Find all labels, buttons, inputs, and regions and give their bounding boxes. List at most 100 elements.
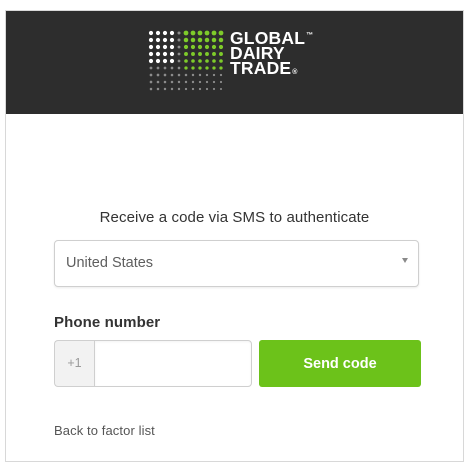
logo-dot bbox=[177, 59, 181, 63]
logo-dot bbox=[198, 66, 202, 70]
logo-dot bbox=[212, 52, 216, 56]
logo-dot bbox=[156, 73, 160, 77]
logo-dot bbox=[205, 52, 209, 56]
logo-dot bbox=[148, 44, 154, 50]
logo-dot bbox=[212, 87, 216, 91]
logo-dot bbox=[177, 38, 181, 42]
country-select[interactable]: United States bbox=[54, 240, 419, 287]
logo-dot bbox=[191, 80, 195, 84]
logo-dot bbox=[177, 52, 181, 56]
logo-dot bbox=[183, 37, 189, 43]
send-code-button[interactable]: Send code bbox=[259, 340, 421, 387]
country-select-value: United States bbox=[66, 255, 154, 271]
logo-dot bbox=[169, 58, 175, 64]
trademark-symbol: ™ bbox=[306, 32, 314, 39]
logo-dot bbox=[155, 44, 161, 50]
logo-dot bbox=[198, 73, 202, 77]
logo-dot bbox=[197, 37, 203, 43]
logo-dot bbox=[183, 30, 189, 36]
logo-dot bbox=[198, 59, 202, 63]
logo-dot bbox=[218, 30, 224, 36]
logo-dot bbox=[149, 66, 153, 70]
logo-dot bbox=[204, 37, 210, 43]
logo-dot bbox=[162, 58, 168, 64]
logo-dot bbox=[148, 30, 154, 36]
logo-dot bbox=[211, 44, 217, 50]
logo-dot bbox=[205, 66, 209, 70]
logo-dot bbox=[156, 87, 160, 91]
logo-dot bbox=[219, 52, 223, 56]
logo-dot bbox=[177, 31, 181, 35]
logo-dot bbox=[205, 80, 209, 84]
chevron-down-icon bbox=[402, 258, 408, 263]
logo-dot bbox=[211, 30, 217, 36]
logo-wordmark: GLOBAL™ DAIRY TRADE® bbox=[230, 29, 314, 80]
logo-dot bbox=[148, 37, 154, 43]
logo-dot bbox=[212, 66, 216, 70]
logo-dot bbox=[163, 66, 167, 70]
logo-dot bbox=[170, 87, 174, 91]
logo-dot bbox=[162, 37, 168, 43]
registered-symbol: ® bbox=[292, 69, 298, 76]
logo-dot bbox=[205, 87, 209, 91]
logo-dot bbox=[183, 44, 189, 50]
logo-dot bbox=[155, 30, 161, 36]
logo-dot bbox=[191, 52, 195, 56]
logo-dot bbox=[177, 45, 181, 49]
logo-dot bbox=[177, 66, 181, 70]
logo-dot bbox=[191, 59, 195, 63]
logo-dot bbox=[156, 80, 160, 84]
brand-header: GLOBAL™ DAIRY TRADE® bbox=[6, 11, 463, 114]
logo-dot bbox=[177, 87, 181, 91]
phone-input-group: +1 bbox=[54, 340, 252, 387]
logo-dot bbox=[212, 73, 216, 77]
logo-dot bbox=[219, 66, 223, 70]
back-to-factor-list-link[interactable]: Back to factor list bbox=[54, 423, 155, 438]
logo-dot bbox=[162, 44, 168, 50]
logo-dot bbox=[155, 37, 161, 43]
logo-dot bbox=[190, 30, 196, 36]
logo-dot bbox=[149, 80, 153, 84]
logo-dot bbox=[219, 73, 223, 77]
logo-dot bbox=[169, 30, 175, 36]
logo-dot bbox=[190, 37, 196, 43]
logo-dot bbox=[204, 30, 210, 36]
logo-dot bbox=[169, 37, 175, 43]
logo-dot bbox=[218, 37, 224, 43]
logo-dot bbox=[169, 51, 175, 57]
logo-dot bbox=[177, 73, 181, 77]
logo-dot bbox=[162, 30, 168, 36]
logo-dot bbox=[149, 87, 153, 91]
logo-dot bbox=[170, 73, 174, 77]
logo-dot bbox=[162, 51, 168, 57]
logo-dot bbox=[197, 44, 203, 50]
logo-dot bbox=[149, 73, 153, 77]
logo-dot bbox=[197, 30, 203, 36]
logo-dot bbox=[205, 73, 209, 77]
logo-dot bbox=[155, 51, 161, 57]
logo-dot bbox=[163, 80, 167, 84]
logo-dot bbox=[170, 66, 174, 70]
logo-dot bbox=[198, 80, 202, 84]
logo-dot bbox=[219, 87, 223, 91]
logo-dot bbox=[163, 87, 167, 91]
logo-dot bbox=[191, 73, 195, 77]
gdt-logo: GLOBAL™ DAIRY TRADE® bbox=[147, 29, 347, 107]
logo-dot bbox=[190, 44, 196, 50]
logo-dot bbox=[156, 66, 160, 70]
logo-dot bbox=[218, 44, 224, 50]
logo-dot bbox=[177, 80, 181, 84]
logo-dot bbox=[205, 59, 209, 63]
logo-dot bbox=[212, 59, 216, 63]
auth-card: GLOBAL™ DAIRY TRADE® Receive a code via … bbox=[5, 10, 464, 462]
logo-dot bbox=[163, 73, 167, 77]
logo-dot bbox=[184, 59, 188, 63]
page-title: Receive a code via SMS to authenticate bbox=[99, 209, 370, 226]
logo-dot bbox=[191, 66, 195, 70]
logo-dot bbox=[211, 37, 217, 43]
logo-dot bbox=[169, 44, 175, 50]
logo-dot bbox=[148, 51, 154, 57]
phone-number-label: Phone number bbox=[54, 314, 161, 331]
phone-number-input[interactable] bbox=[94, 340, 252, 387]
logo-dot bbox=[184, 87, 188, 91]
